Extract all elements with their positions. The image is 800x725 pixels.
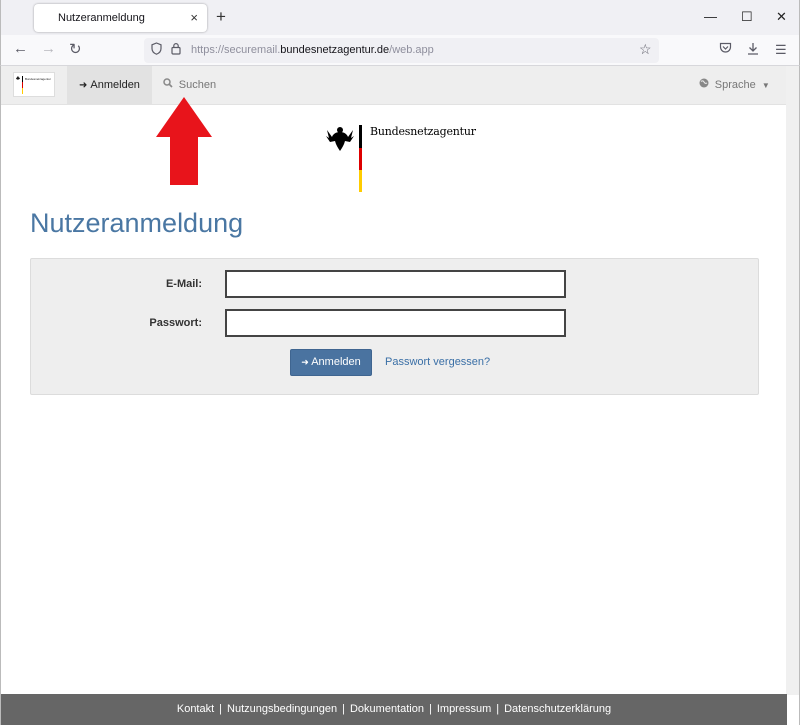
footer-link-dokumentation[interactable]: Dokumentation (350, 703, 424, 715)
forgot-password-link[interactable]: Passwort vergessen? (385, 356, 490, 368)
menu-icon[interactable]: ☰ (775, 42, 787, 58)
caret-down-icon: ▼ (761, 81, 770, 90)
navbar-logo[interactable]: ♣ Bundesnetzagentur (13, 72, 55, 97)
shield-icon[interactable] (151, 42, 162, 58)
address-bar[interactable]: https://securemail.bundesnetzagentur.de/… (144, 38, 659, 63)
browser-tab[interactable]: Nutzeranmeldung × (34, 4, 207, 32)
sign-in-icon: ➜ (301, 357, 309, 367)
tab-title: Nutzeranmeldung (58, 12, 145, 24)
footer: Kontakt | Nutzungsbedingungen | Dokumentatio… (1, 694, 787, 725)
new-tab-button[interactable]: + (216, 7, 226, 27)
password-field[interactable] (225, 309, 566, 337)
pocket-icon[interactable] (719, 42, 732, 57)
email-field[interactable] (225, 270, 566, 298)
login-button[interactable]: ➜ Anmelden (290, 349, 372, 376)
app-navbar: ♣ Bundesnetzagentur ➜ Anmelden Suchen Spr… (1, 66, 787, 105)
logo-text: Bundesnetzagentur (370, 125, 476, 138)
login-form: E-Mail: Passwort: ➜ Anmelden Passwort ve… (30, 258, 759, 395)
language-dropdown[interactable]: Sprache ▼ (687, 66, 782, 105)
download-icon[interactable] (747, 42, 759, 58)
password-label: Passwort: (149, 317, 202, 329)
footer-link-nutzungsbedingungen[interactable]: Nutzungsbedingungen (227, 703, 337, 715)
maximize-icon[interactable]: ☐ (741, 9, 753, 25)
browser-nav-bar: ← → ↻ https://securemail.bundesnetzagent… (0, 35, 800, 66)
back-icon[interactable]: ← (13, 40, 28, 57)
bookmark-star-icon[interactable]: ☆ (639, 41, 652, 58)
bundesnetzagentur-logo: Bundesnetzagentur (326, 125, 486, 193)
email-label: E-Mail: (165, 278, 202, 290)
search-icon (163, 78, 176, 91)
globe-icon (699, 78, 712, 91)
nav-anmelden[interactable]: ➜ Anmelden (67, 66, 152, 105)
footer-link-datenschutz[interactable]: Datenschutzerklärung (504, 703, 611, 715)
minimize-icon[interactable]: — (704, 9, 717, 24)
url-text: https://securemail.bundesnetzagentur.de/… (191, 44, 434, 56)
reload-icon[interactable]: ↻ (69, 40, 82, 58)
tab-close-icon[interactable]: × (190, 10, 198, 25)
scrollbar[interactable] (786, 66, 799, 695)
forward-icon[interactable]: → (41, 40, 56, 57)
eagle-logo-icon: ♣ (16, 76, 20, 82)
federal-eagle-icon (326, 125, 354, 157)
footer-link-kontakt[interactable]: Kontakt (177, 703, 214, 715)
web-page: ♣ Bundesnetzagentur ➜ Anmelden Suchen Spr… (0, 66, 800, 725)
page-title: Nutzeranmeldung (30, 208, 244, 238)
lock-icon[interactable] (171, 42, 181, 58)
window-close-icon[interactable]: ✕ (776, 9, 787, 25)
navbar-logo-text: Bundesnetzagentur (25, 77, 52, 81)
red-up-arrow (156, 97, 212, 185)
browser-tab-strip: Nutzeranmeldung × + — ☐ ✕ (0, 0, 800, 35)
sign-in-icon: ➜ (79, 80, 88, 91)
footer-link-impressum[interactable]: Impressum (437, 703, 491, 715)
